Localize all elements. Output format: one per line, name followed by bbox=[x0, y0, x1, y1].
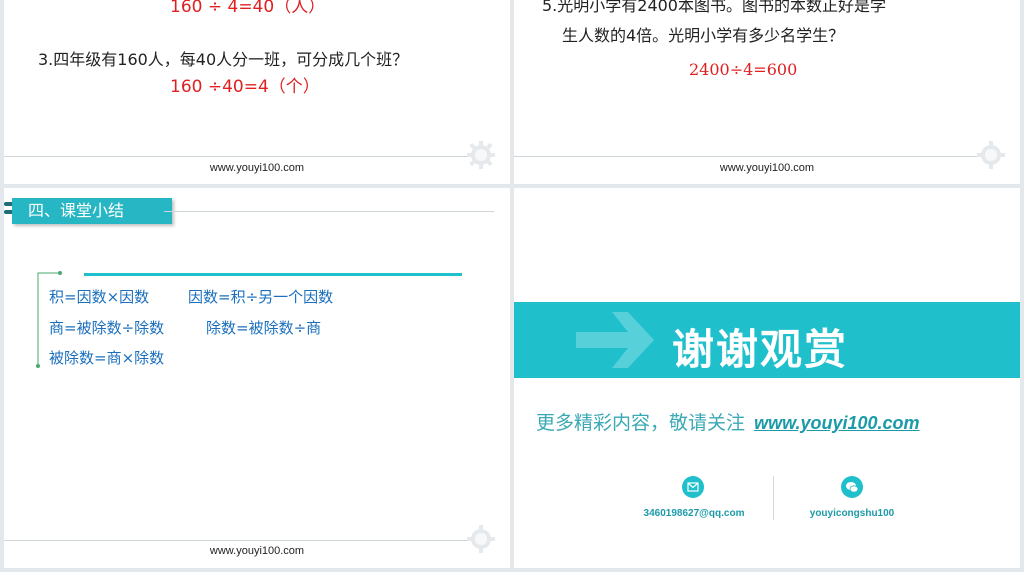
arrow-icon bbox=[576, 312, 654, 368]
more-content-text: 更多精彩内容，敬请关注 bbox=[536, 412, 746, 434]
slide-3[interactable]: 四、课堂小结 积=因数×因数 因数=积÷另一个因数 商=被除数÷除数 除数=被除… bbox=[4, 188, 510, 568]
question-5-line-1: 5.光明小学有2400本图书。图书的本数正好是学 bbox=[542, 0, 886, 15]
formula-quotient: 商=被除数÷除数 bbox=[49, 319, 165, 337]
footer-divider bbox=[4, 540, 474, 541]
question-5-line-2: 生人数的4倍。光明小学有多少名学生？ bbox=[562, 26, 845, 45]
wechat-icon bbox=[841, 476, 863, 498]
slide-1[interactable]: 160 ÷ 4=40（人） 3.四年级有160人，每40人分一班，可分成几个班？… bbox=[4, 0, 510, 184]
gear-icon bbox=[467, 525, 495, 553]
answer-2-text: 160 ÷ 4=40（人） bbox=[170, 0, 326, 17]
slide-4[interactable]: 谢谢观赏 更多精彩内容，敬请关注 www.youyi100.com 346019… bbox=[514, 188, 1020, 568]
footer-divider bbox=[514, 156, 984, 157]
question-3-text: 3.四年级有160人，每40人分一班，可分成几个班？ bbox=[38, 50, 409, 69]
email-address[interactable]: 3460198627@qq.com bbox=[614, 508, 774, 519]
footer-url: www.youyi100.com bbox=[719, 162, 815, 174]
section-divider bbox=[164, 211, 494, 212]
formula-dividend: 被除数=商×除数 bbox=[49, 349, 165, 367]
slide-2[interactable]: 5.光明小学有2400本图书。图书的本数正好是学 生人数的4倍。光明小学有多少名… bbox=[514, 0, 1020, 184]
answer-5-text: 2400÷4=600 bbox=[689, 60, 798, 79]
gear-icon bbox=[977, 141, 1005, 169]
mail-icon bbox=[682, 476, 704, 498]
answer-3-text: 160 ÷40=4（个） bbox=[170, 77, 320, 97]
site-link[interactable]: www.youyi100.com bbox=[754, 413, 919, 433]
formula-product: 积=因数×因数 bbox=[49, 288, 150, 306]
thanks-banner: 谢谢观赏 bbox=[514, 302, 1020, 378]
formula-divisor: 除数=被除数÷商 bbox=[206, 319, 322, 337]
footer-divider bbox=[4, 156, 474, 157]
footer-url: www.youyi100.com bbox=[209, 545, 305, 557]
wechat-id[interactable]: youyicongshu100 bbox=[774, 508, 930, 519]
formula-factor: 因数=积÷另一个因数 bbox=[188, 288, 334, 306]
banner-title: 谢谢观赏 bbox=[672, 325, 849, 374]
gear-icon bbox=[467, 141, 495, 169]
footer-url: www.youyi100.com bbox=[209, 162, 305, 174]
section-title: 四、课堂小结 bbox=[12, 198, 172, 224]
more-content-line: 更多精彩内容，敬请关注 www.youyi100.com bbox=[536, 408, 920, 435]
